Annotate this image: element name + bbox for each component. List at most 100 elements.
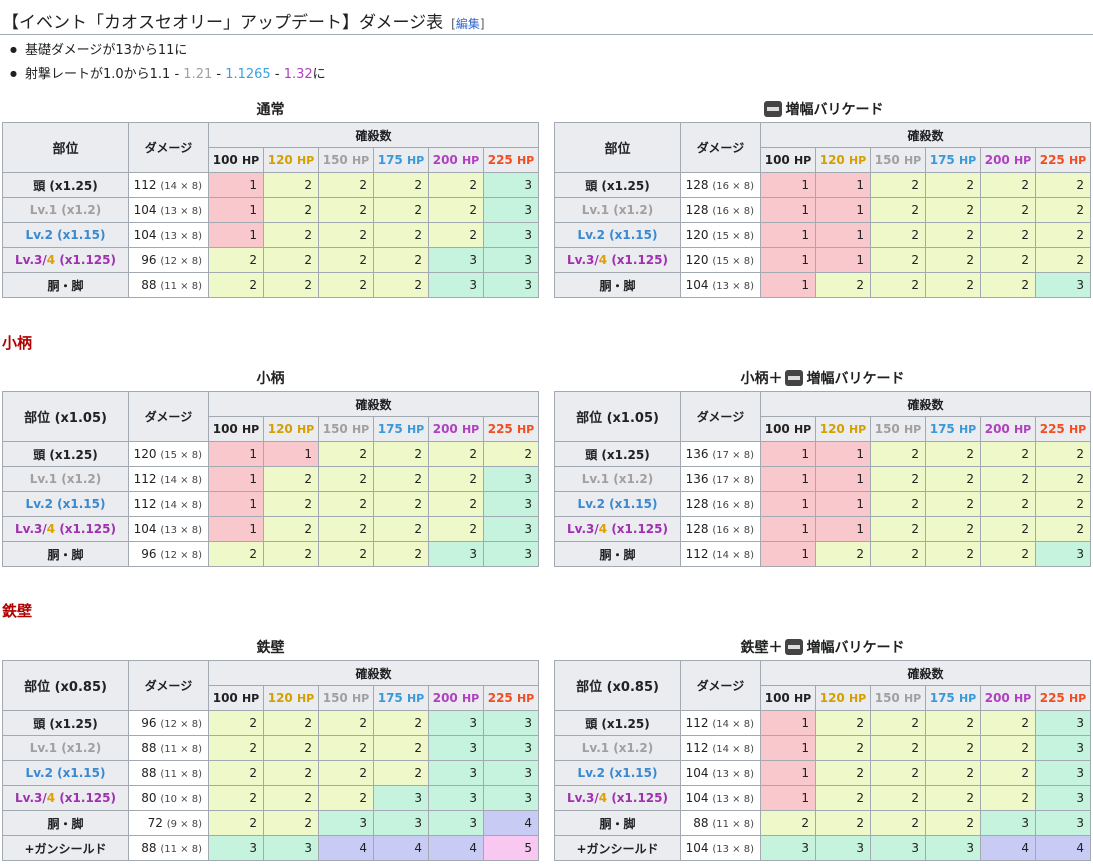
kill-count: 1 (815, 172, 871, 198)
hp-header-225: 225 HP (1035, 416, 1091, 442)
damage-value: 136 (17 × 8) (680, 466, 761, 492)
kill-count: 3 (483, 247, 539, 273)
kill-count: 2 (428, 197, 484, 223)
kill-count: 2 (1035, 247, 1091, 273)
table-row: 胴・脚 72 (9 × 8) 2 2 3 3 3 4 (2, 810, 539, 836)
edit-link[interactable]: 編集 (456, 17, 480, 31)
table-row: Lv.3/4 (x1.125) 96 (12 × 8) 2 2 2 2 3 3 (2, 247, 539, 273)
kill-table: 部位 ダメージ 確殺数 100 HP 120 HP 150 HP 175 HP 200 HP 2… (554, 122, 1091, 298)
hp-header-150: 150 HP (318, 685, 374, 711)
hp-header-225: 225 HP (483, 685, 539, 711)
table-row: +ガンシールド 88 (11 × 8) 3 3 4 4 4 5 (2, 835, 539, 861)
kill-count: 2 (318, 735, 374, 761)
kill-count: 2 (870, 272, 926, 298)
kill-count: 3 (483, 710, 539, 736)
hp-header-225: 225 HP (1035, 147, 1091, 173)
damage-value: 112 (14 × 8) (128, 466, 209, 492)
damage-value: 104 (13 × 8) (680, 760, 761, 786)
kill-count: 2 (208, 247, 264, 273)
part-label: +ガンシールド (554, 835, 681, 861)
kill-count: 2 (373, 516, 429, 542)
kills-header: 確殺数 (208, 391, 539, 417)
kill-count: 3 (760, 835, 816, 861)
kill-count: 2 (1035, 516, 1091, 542)
kill-count: 2 (373, 441, 429, 467)
kill-count: 1 (208, 222, 264, 248)
kill-count: 1 (760, 466, 816, 492)
part-label: Lv.1 (x1.2) (554, 735, 681, 761)
kill-count: 4 (318, 835, 374, 861)
kill-count: 3 (483, 541, 539, 567)
kill-count: 3 (428, 785, 484, 811)
hp-header-200: 200 HP (428, 147, 484, 173)
kill-count: 3 (1035, 785, 1091, 811)
kill-count: 2 (208, 272, 264, 298)
kills-header: 確殺数 (208, 122, 539, 148)
kill-table: 部位 (x0.85) ダメージ 確殺数 100 HP 120 HP 150 HP 175 H… (2, 660, 539, 861)
kill-count: 2 (373, 760, 429, 786)
table-row: Lv.2 (x1.15) 128 (16 × 8) 1 1 2 2 2 2 (554, 491, 1091, 517)
table-caption: 通常 (2, 98, 539, 122)
kill-count: 2 (318, 760, 374, 786)
kill-count: 3 (925, 835, 981, 861)
kill-count: 2 (428, 222, 484, 248)
part-label: Lv.3/4 (x1.125) (2, 785, 129, 811)
kills-header: 確殺数 (208, 660, 539, 686)
table-row: 頭 (x1.25) 136 (17 × 8) 1 1 2 2 2 2 (554, 441, 1091, 467)
kill-count: 2 (870, 541, 926, 567)
kill-count: 1 (263, 441, 319, 467)
hp-header-120: 120 HP (815, 147, 871, 173)
kill-table: 部位 (x1.05) ダメージ 確殺数 100 HP 120 HP 150 HP 175 H… (554, 391, 1091, 567)
barricade-icon (784, 370, 803, 386)
kill-count: 2 (263, 197, 319, 223)
kill-count: 2 (980, 785, 1036, 811)
kill-count: 2 (373, 491, 429, 517)
hp-header-150: 150 HP (870, 147, 926, 173)
kill-count: 1 (760, 710, 816, 736)
damage-value: 88 (11 × 8) (128, 735, 209, 761)
table-row: Lv.3/4 (x1.125) 128 (16 × 8) 1 1 2 2 2 2 (554, 516, 1091, 542)
kill-count: 2 (870, 516, 926, 542)
table-caption: 鉄壁＋ 増幅バリケード (554, 636, 1091, 660)
table-caption: 増幅バリケード (554, 98, 1091, 122)
hp-header-225: 225 HP (483, 147, 539, 173)
hp-header-100: 100 HP (208, 147, 264, 173)
kill-count: 2 (318, 222, 374, 248)
kill-count: 4 (1035, 835, 1091, 861)
kill-count: 2 (318, 516, 374, 542)
kill-count: 3 (483, 466, 539, 492)
header-row: 部位 (x0.85) ダメージ 確殺数 (554, 660, 1091, 711)
hp-header-120: 120 HP (263, 416, 319, 442)
damage-value: 112 (14 × 8) (128, 172, 209, 198)
damage-value: 104 (13 × 8) (128, 222, 209, 248)
kill-count: 4 (428, 835, 484, 861)
kill-count: 4 (373, 835, 429, 861)
table-row: Lv.1 (x1.2) 136 (17 × 8) 1 1 2 2 2 2 (554, 466, 1091, 492)
kill-count: 2 (263, 491, 319, 517)
kill-count: 2 (870, 810, 926, 836)
damage-table-kogara: 小柄 部位 (x1.05) ダメージ 確殺数 100 HP 120 HP 150 HP 175… (2, 367, 539, 567)
table-caption: 小柄＋ 増幅バリケード (554, 367, 1091, 391)
kill-count: 3 (1035, 272, 1091, 298)
table-row: 頭 (x1.25) 96 (12 × 8) 2 2 2 2 3 3 (2, 710, 539, 736)
kill-count: 2 (263, 247, 319, 273)
kill-count: 3 (373, 785, 429, 811)
kill-count: 2 (428, 516, 484, 542)
damage-value: 112 (14 × 8) (680, 710, 761, 736)
table-row: Lv.2 (x1.15) 120 (15 × 8) 1 1 2 2 2 2 (554, 222, 1091, 248)
part-label: Lv.2 (x1.15) (2, 222, 129, 248)
table-row: 胴・脚 112 (14 × 8) 1 2 2 2 2 3 (554, 541, 1091, 567)
table-row: 頭 (x1.25) 112 (14 × 8) 1 2 2 2 2 3 (2, 172, 539, 198)
damage-table-barricade: 増幅バリケード 部位 ダメージ 確殺数 100 HP 120 HP 150 HP 175 HP… (554, 98, 1091, 298)
kills-header: 確殺数 (760, 391, 1091, 417)
kill-count: 3 (483, 172, 539, 198)
kill-count: 3 (428, 760, 484, 786)
kill-count: 2 (980, 491, 1036, 517)
damage-value: 120 (15 × 8) (680, 222, 761, 248)
table-row: Lv.2 (x1.15) 88 (11 × 8) 2 2 2 2 3 3 (2, 760, 539, 786)
kill-count: 4 (483, 810, 539, 836)
kill-count: 2 (1035, 466, 1091, 492)
kill-count: 2 (208, 735, 264, 761)
kill-count: 3 (428, 710, 484, 736)
part-label: Lv.2 (x1.15) (554, 760, 681, 786)
